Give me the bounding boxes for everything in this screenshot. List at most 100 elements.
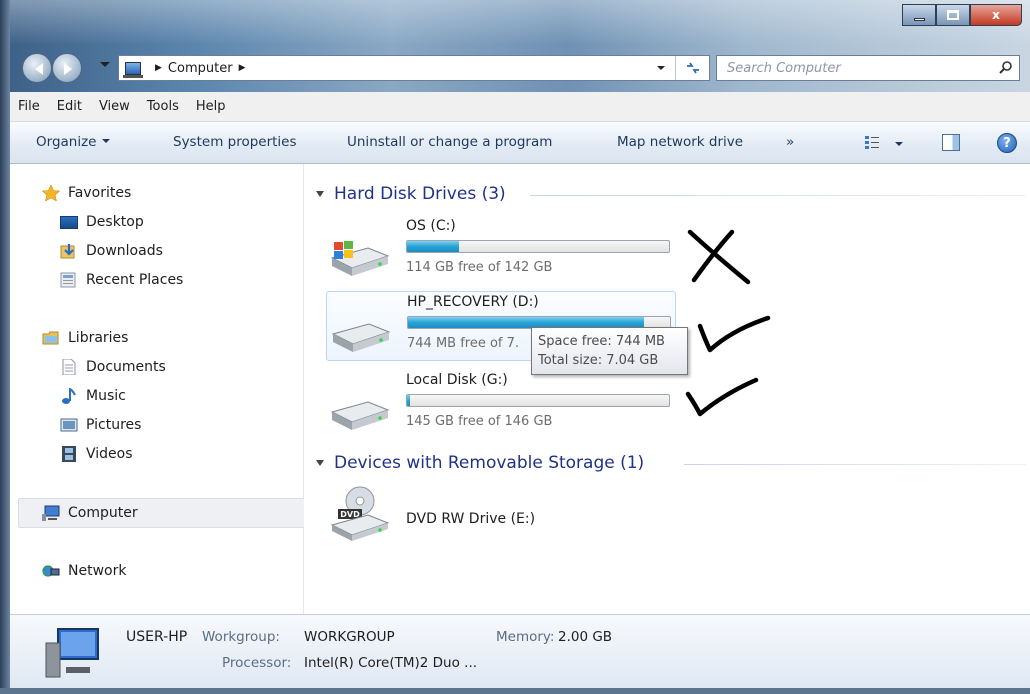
navigation-row: ▶ Computer ▶ Search Computer [22,53,1020,83]
drive-d-free-space: 744 MB free of 7. [407,336,520,351]
nav-computer-label: Computer [68,505,138,521]
uninstall-program-button[interactable]: Uninstall or change a program [347,134,552,150]
organize-label: Organize [36,134,97,150]
details-processor-label: Processor: [222,655,292,671]
hard-drive-icon [331,323,391,352]
computer-icon [42,505,60,521]
nav-downloads-label: Downloads [86,243,163,259]
drive-d-name: HP_RECOVERY (D:) [407,294,539,310]
close-button[interactable]: x [970,4,1022,26]
computer-icon [45,628,99,678]
nav-music[interactable]: Music [60,388,126,404]
drive-c[interactable]: OS (C:) 114 GB free of 142 GB [326,216,676,286]
nav-computer[interactable]: Computer [42,505,138,521]
minimize-icon [913,17,925,21]
nav-favorites[interactable]: Favorites [42,185,131,201]
breadcrumb-chevron-icon[interactable]: ▶ [239,63,246,73]
nav-pictures[interactable]: Pictures [60,417,141,433]
collapse-triangle-icon[interactable] [316,460,324,466]
map-network-drive-button[interactable]: Map network drive [617,134,743,150]
dvd-drive-icon: DVD [330,486,390,541]
drive-g-usage-bar [406,394,670,407]
details-processor-value: Intel(R) Core(TM)2 Duo ... [304,655,478,671]
address-bar[interactable]: ▶ Computer ▶ [118,55,710,81]
nav-documents[interactable]: Documents [60,359,166,375]
dvd-drive[interactable]: DVD DVD RW Drive (E:) [326,479,676,545]
music-icon [62,388,76,404]
group-hard-disk-drives[interactable]: Hard Disk Drives (3) [316,184,506,204]
nav-desktop-label: Desktop [86,214,144,230]
nav-recent-places[interactable]: Recent Places [60,272,183,288]
menu-tools[interactable]: Tools [147,99,179,114]
nav-libraries[interactable]: Libraries [42,330,128,346]
search-icon[interactable] [999,60,1013,74]
window-frame-bottom [0,688,1030,694]
drive-g[interactable]: Local Disk (G:) 145 GB free of 146 GB [326,370,676,440]
menu-help[interactable]: Help [196,99,226,114]
forward-button[interactable] [52,53,82,83]
desktop-icon [60,215,78,229]
window-frame-left [0,0,10,694]
nav-network[interactable]: Network [42,563,126,579]
details-memory-value: 2.00 GB [558,629,613,645]
maximize-icon [947,10,959,20]
recent-pages-dropdown[interactable] [100,62,110,72]
minimize-button[interactable] [902,4,936,26]
system-properties-button[interactable]: System properties [173,134,297,150]
organize-button[interactable]: Organize [36,134,111,150]
drive-g-free-space: 145 GB free of 146 GB [406,414,553,429]
view-options-dropdown-icon[interactable] [895,142,903,150]
details-workgroup-value: WORKGROUP [304,629,395,645]
collapse-triangle-icon[interactable] [316,191,324,197]
command-bar: Organize System properties Uninstall or … [10,122,1030,164]
group-hard-disk-drives-label: Hard Disk Drives (3) [334,184,506,204]
star-icon [42,185,60,201]
system-drive-icon [330,241,390,276]
tooltip-total-size: Total size: 7.04 GB [538,353,659,368]
computer-icon [123,61,143,78]
group-removable-storage[interactable]: Devices with Removable Storage (1) [316,453,644,473]
drive-c-name: OS (C:) [406,218,456,234]
nav-music-label: Music [86,388,126,404]
videos-icon [62,446,76,462]
nav-network-label: Network [68,563,127,579]
window-controls: x [902,4,1022,26]
drive-tooltip: Space free: 744 MB Total size: 7.04 GB [531,327,688,375]
nav-desktop[interactable]: Desktop [60,214,144,230]
hard-drive-icon [330,401,390,430]
details-computer-name: USER-HP [126,629,188,645]
change-view-icon[interactable] [864,135,880,151]
maximize-button[interactable] [936,4,970,26]
back-button[interactable] [22,53,52,83]
breadcrumb-separator-icon[interactable]: ▶ [155,63,162,73]
check-mark-annotation [697,315,771,353]
network-icon [42,565,60,577]
breadcrumb-computer[interactable]: Computer [168,61,233,76]
check-mark-annotation [685,377,759,417]
nav-downloads[interactable]: Downloads [60,243,163,259]
more-commands-button[interactable]: » [786,134,794,150]
menu-file[interactable]: File [18,99,40,114]
drive-g-usage-fill [407,395,410,406]
nav-videos[interactable]: Videos [60,446,133,462]
drive-c-free-space: 114 GB free of 142 GB [406,260,553,275]
recent-places-icon [60,272,76,288]
libraries-icon [42,331,59,345]
drive-g-name: Local Disk (G:) [406,372,508,388]
menu-view[interactable]: View [99,99,130,114]
address-dropdown-icon[interactable] [657,66,665,74]
refresh-button[interactable] [675,56,709,80]
menu-edit[interactable]: Edit [57,99,82,114]
drive-c-usage-bar [406,240,670,253]
nav-pictures-label: Pictures [86,417,142,433]
navigation-pane: Favorites Desktop Downloads Recent Place… [10,164,308,614]
preview-pane-icon[interactable] [942,134,960,151]
search-input[interactable]: Search Computer [716,55,1020,81]
details-memory-label: Memory: [496,629,555,645]
details-pane: USER-HP Workgroup: WORKGROUP Memory: 2.0… [10,614,1030,688]
nav-recent-places-label: Recent Places [86,272,184,288]
tooltip-space-free: Space free: 744 MB [538,334,665,349]
help-icon[interactable]: ? [997,133,1017,153]
documents-icon [62,359,76,375]
nav-videos-label: Videos [86,446,133,462]
